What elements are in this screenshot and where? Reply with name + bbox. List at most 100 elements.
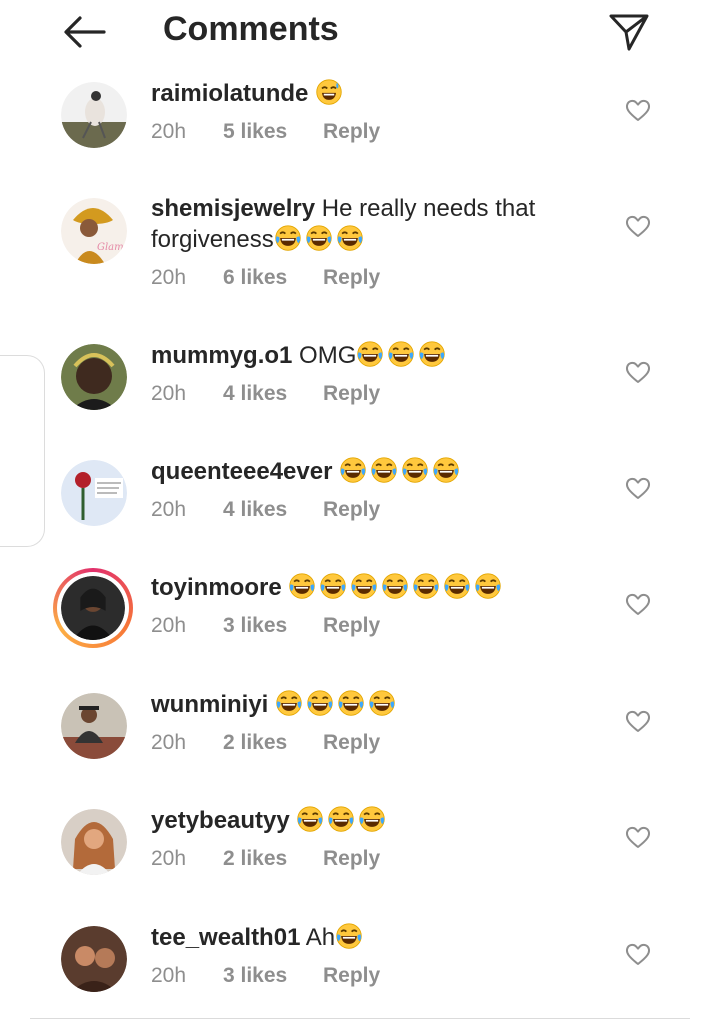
reply-button[interactable]: Reply [323,120,380,144]
laughing-tears-emoji [319,572,347,600]
page-title: Comments [163,10,339,48]
laughing-tears-emoji [336,224,364,252]
comment-username[interactable]: raimiolatunde [151,80,308,107]
reply-button[interactable]: Reply [323,847,380,871]
comment-likes[interactable]: 4 likes [223,382,323,406]
comment-meta: 20h 2 likes Reply [151,731,380,755]
laughing-tears-emoji [274,224,302,252]
comment-time: 20h [151,266,187,289]
avatar[interactable] [61,82,127,148]
comment-time: 20h [151,964,187,987]
laughing-tears-emoji [306,689,334,717]
avatar[interactable] [61,576,125,640]
laughing-tears-emoji [368,689,396,717]
comment-time: 20h [151,847,187,870]
heart-icon[interactable] [625,709,651,733]
avatar[interactable] [61,460,127,526]
top-bar: Comments [0,0,720,70]
comment-likes[interactable]: 2 likes [223,731,323,755]
comment-text: tee_wealth01 Ah [151,922,571,953]
comment-time: 20h [151,120,187,143]
avatar[interactable] [61,344,127,410]
laughing-tears-emoji [358,805,386,833]
reply-button[interactable]: Reply [323,731,380,755]
comment-text: raimiolatunde [151,78,571,109]
comment-text: queenteee4ever [151,456,571,487]
svg-text:Glam: Glam [97,242,124,253]
laughing-tears-emoji [296,805,324,833]
divider [30,1018,690,1019]
comment-likes[interactable]: 3 likes [223,964,323,988]
laughing-tears-emoji [356,340,384,368]
comment-time: 20h [151,614,187,637]
comment-time: 20h [151,498,187,521]
laughing-tears-emoji [387,340,415,368]
laughing-tears-emoji [327,805,355,833]
laughing-tears-emoji [275,689,303,717]
avatar[interactable] [61,809,127,875]
reply-button[interactable]: Reply [323,266,380,290]
heart-icon[interactable] [625,825,651,849]
laughing-tears-emoji [401,456,429,484]
heart-icon[interactable] [625,214,651,238]
comment-likes[interactable]: 3 likes [223,614,323,638]
comment-username[interactable]: toyinmoore [151,574,282,601]
comment-username[interactable]: wunminiyi [151,691,268,718]
comment-username[interactable]: mummyg.o1 [151,342,292,369]
laughing-tears-emoji [443,572,471,600]
comment-username[interactable]: tee_wealth01 [151,924,300,951]
comment-meta: 20h 3 likes Reply [151,964,380,988]
laughing-tears-emoji [432,456,460,484]
avatar[interactable] [61,693,127,759]
laughing-tears-emoji [339,456,367,484]
laughing-tears-emoji [335,922,363,950]
laughing-tears-emoji [370,456,398,484]
laughing-tears-emoji [337,689,365,717]
laughing-tears-emoji [412,572,440,600]
comment-likes[interactable]: 2 likes [223,847,323,871]
comment-text: toyinmoore [151,572,571,603]
comment-meta: 20h 4 likes Reply [151,382,380,406]
avatar[interactable]: Glam [61,198,127,264]
comment-likes[interactable]: 6 likes [223,266,323,290]
side-panel-edge [0,355,45,547]
comment-text: mummyg.o1 OMG [151,340,571,371]
comment-meta: 20h 6 likes Reply [151,266,380,290]
heart-icon[interactable] [625,592,651,616]
reply-button[interactable]: Reply [323,614,380,638]
comment-time: 20h [151,382,187,405]
comment-likes[interactable]: 4 likes [223,498,323,522]
comment-meta: 20h 3 likes Reply [151,614,380,638]
paper-plane-icon [609,14,649,51]
laughing-tears-emoji [474,572,502,600]
comment-body: OMG [299,342,357,369]
heart-icon[interactable] [625,98,651,122]
reply-button[interactable]: Reply [323,382,380,406]
comment-username[interactable]: yetybeautyy [151,807,290,834]
back-button[interactable] [60,12,108,52]
comment-text: wunminiyi [151,689,571,720]
comment-username[interactable]: queenteee4ever [151,458,332,485]
reply-button[interactable]: Reply [323,964,380,988]
reply-button[interactable]: Reply [323,498,380,522]
story-ring[interactable] [53,568,133,648]
heart-icon[interactable] [625,360,651,384]
comment-time: 20h [151,731,187,754]
laughing-tears-emoji [350,572,378,600]
comment-meta: 20h 4 likes Reply [151,498,380,522]
avatar[interactable] [61,926,127,992]
comment-meta: 20h 5 likes Reply [151,120,380,144]
comment-body: Ah [305,924,336,951]
heart-icon[interactable] [625,942,651,966]
comment-meta: 20h 2 likes Reply [151,847,380,871]
comment-text: shemisjewelry He really needs that forgi… [151,194,571,255]
laughing-tears-emoji [381,572,409,600]
comment-username[interactable]: shemisjewelry [151,195,315,222]
arrow-left-icon [64,16,106,48]
grinning-sweat-emoji [315,78,343,106]
heart-icon[interactable] [625,476,651,500]
comment-likes[interactable]: 5 likes [223,120,323,144]
laughing-tears-emoji [288,572,316,600]
share-button[interactable] [606,10,652,54]
comment-text: yetybeautyy [151,805,571,836]
